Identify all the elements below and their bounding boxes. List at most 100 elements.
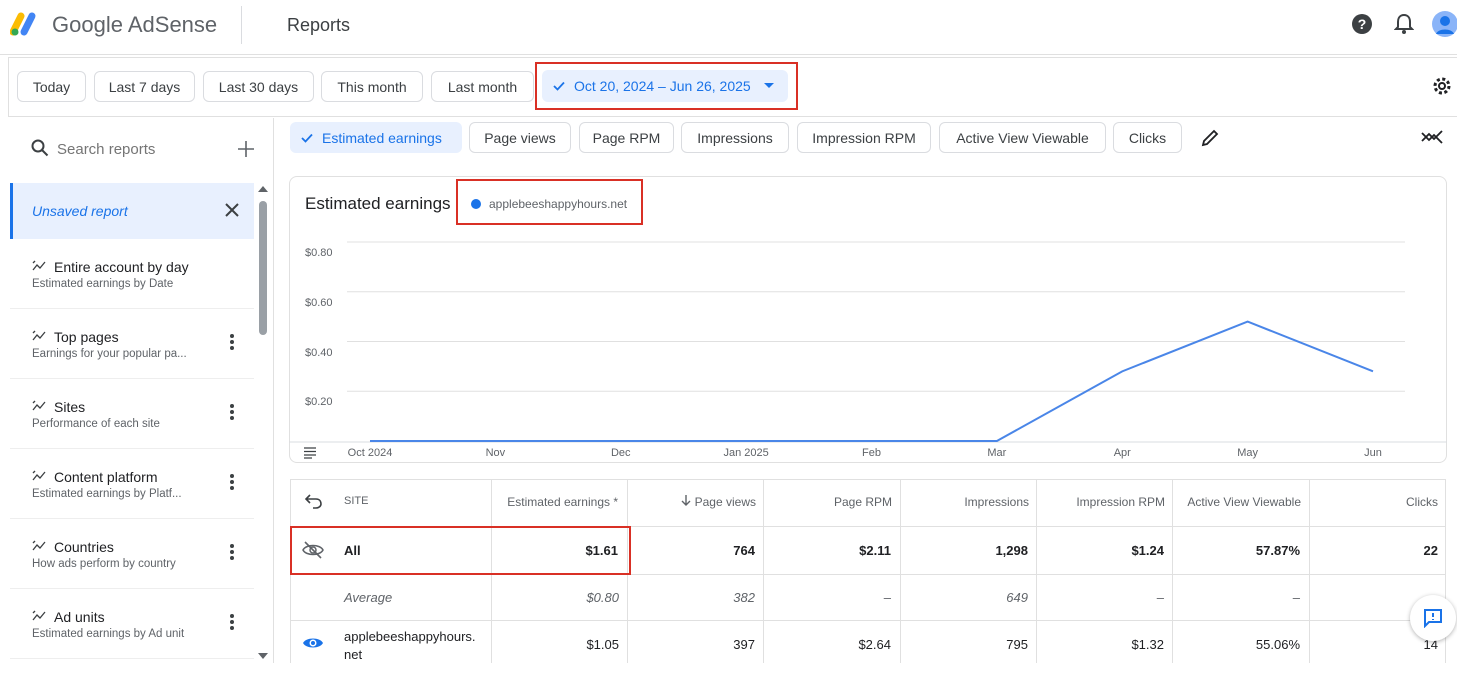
- row-average-earnings: $0.80: [586, 590, 619, 605]
- date-range-selector[interactable]: Oct 20, 2024 – Jun 26, 2025: [542, 70, 788, 102]
- sidebar-item-entire-account-by-day[interactable]: Entire account by day Estimated earnings…: [10, 240, 254, 309]
- row-average-page-rpm: –: [883, 590, 891, 605]
- col-header-page-views[interactable]: Page views: [632, 495, 756, 509]
- row-site-impressions: 795: [1006, 637, 1028, 652]
- chart-type-icon[interactable]: [1421, 129, 1443, 145]
- settings-icon[interactable]: [1430, 74, 1454, 98]
- more-vert-icon[interactable]: [229, 614, 235, 632]
- report-subtitle: Estimated earnings by Ad unit: [32, 628, 185, 640]
- row-site-name-line2: net: [344, 647, 363, 662]
- col-header-site[interactable]: SITE: [344, 495, 368, 507]
- row-site-page-rpm: $2.64: [858, 637, 891, 652]
- chip-last-7-days[interactable]: Last 7 days: [94, 71, 195, 102]
- row-all-earnings: $1.61: [585, 543, 618, 558]
- row-all-viewable: 57.87%: [1255, 543, 1300, 558]
- report-title: Ad units: [54, 609, 105, 625]
- visibility-off-icon[interactable]: [302, 540, 324, 560]
- y-tick-label: $0.20: [305, 396, 333, 409]
- row-average-page-views: 382: [733, 590, 755, 605]
- scroll-up-icon[interactable]: [258, 186, 268, 192]
- search-reports-input[interactable]: [57, 139, 217, 159]
- account-avatar[interactable]: [1432, 10, 1457, 38]
- unsaved-report-label: Unsaved report: [32, 203, 128, 219]
- metric-chip-active-view-viewable[interactable]: Active View Viewable: [939, 122, 1106, 153]
- row-site-impression-rpm: $1.32: [1131, 637, 1164, 652]
- row-all-impression-rpm: $1.24: [1131, 543, 1164, 558]
- metric-chip-page-rpm[interactable]: Page RPM: [579, 122, 674, 153]
- col-header-impressions[interactable]: Impressions: [905, 495, 1029, 509]
- brand-product: AdSense: [127, 12, 218, 37]
- row-all-site: All: [344, 543, 361, 558]
- sidebar-item-unsaved-report[interactable]: Unsaved report: [10, 183, 254, 239]
- report-subtitle: Estimated earnings by Date: [32, 278, 174, 290]
- x-tick-label: Jan 2025: [723, 447, 769, 459]
- add-report-icon[interactable]: [237, 140, 255, 158]
- report-title: Top pages: [54, 329, 119, 345]
- metric-chip-impressions[interactable]: Impressions: [681, 122, 789, 153]
- chip-this-month[interactable]: This month: [321, 71, 423, 102]
- data-table-icon[interactable]: [303, 447, 317, 459]
- report-trend-icon: [32, 330, 46, 341]
- row-all-clicks: 22: [1423, 543, 1438, 558]
- x-tick-label: May: [1237, 447, 1259, 459]
- more-vert-icon[interactable]: [229, 474, 235, 492]
- sidebar-item-sites[interactable]: Sites Performance of each site: [10, 380, 254, 449]
- help-icon[interactable]: ?: [1350, 12, 1374, 36]
- y-tick-label: $0.40: [305, 346, 333, 359]
- more-vert-icon[interactable]: [229, 334, 235, 352]
- chip-today[interactable]: Today: [17, 71, 86, 102]
- row-site-clicks: 14: [1423, 637, 1438, 652]
- check-icon: [553, 81, 565, 91]
- sidebar-item-top-pages[interactable]: Top pages Earnings for your popular pa..…: [10, 310, 254, 379]
- close-icon[interactable]: [224, 202, 240, 218]
- series-line[interactable]: [370, 320, 1374, 442]
- row-average-impression-rpm: –: [1156, 590, 1164, 605]
- metric-chip-page-views[interactable]: Page views: [469, 122, 571, 153]
- report-trend-icon: [32, 260, 46, 271]
- col-header-estimated-earnings[interactable]: Estimated earnings *: [496, 495, 618, 509]
- brand-google: Google: [52, 12, 123, 37]
- report-trend-icon: [32, 610, 46, 621]
- metric-chip-estimated-earnings[interactable]: Estimated earnings: [290, 122, 462, 153]
- scroll-down-icon[interactable]: [258, 653, 268, 659]
- top-app-bar: [0, 0, 1457, 55]
- x-tick-label: Jun: [1364, 447, 1382, 459]
- report-trend-icon: [32, 400, 46, 411]
- report-trend-icon: [32, 470, 46, 481]
- more-vert-icon[interactable]: [229, 544, 235, 562]
- report-title: Content platform: [54, 469, 158, 485]
- col-header-impression-rpm[interactable]: Impression RPM: [1041, 495, 1165, 509]
- row-site-earnings: $1.05: [586, 637, 619, 652]
- visibility-icon[interactable]: [302, 635, 324, 651]
- feedback-icon: [1424, 609, 1442, 628]
- x-tick-label: Apr: [1113, 447, 1131, 459]
- edit-pencil-icon[interactable]: [1200, 128, 1220, 148]
- feedback-button[interactable]: [1410, 595, 1456, 641]
- row-site-name-line1: applebeeshappyhours.: [344, 629, 476, 644]
- sidebar-item-countries[interactable]: Countries How ads perform by country: [10, 520, 254, 589]
- metric-chip-impression-rpm[interactable]: Impression RPM: [797, 122, 931, 153]
- col-header-active-view-viewable[interactable]: Active View Viewable: [1177, 495, 1301, 509]
- sidebar-item-ad-units[interactable]: Ad units Estimated earnings by Ad unit: [10, 590, 254, 659]
- brand-name[interactable]: Google AdSense: [52, 12, 217, 38]
- x-tick-label: Dec: [610, 447, 631, 459]
- chip-last-30-days[interactable]: Last 30 days: [203, 71, 314, 102]
- check-icon: [301, 133, 313, 143]
- col-header-clicks[interactable]: Clicks: [1314, 495, 1438, 509]
- report-title: Entire account by day: [54, 259, 189, 275]
- metric-chip-clicks[interactable]: Clicks: [1113, 122, 1182, 153]
- scrollbar-thumb[interactable]: [259, 201, 267, 335]
- chip-last-month[interactable]: Last month: [431, 71, 534, 102]
- metric-chip-label: Estimated earnings: [322, 129, 442, 146]
- row-all-page-rpm: $2.11: [859, 543, 891, 558]
- report-subtitle: Performance of each site: [32, 418, 160, 430]
- row-site-name[interactable]: applebeeshappyhours. net: [344, 628, 476, 664]
- header-divider: [241, 6, 242, 44]
- sidebar-item-content-platform[interactable]: Content platform Estimated earnings by P…: [10, 450, 254, 519]
- x-tick-label: Mar: [987, 447, 1007, 459]
- notifications-icon[interactable]: [1392, 12, 1416, 36]
- col-header-page-rpm[interactable]: Page RPM: [768, 495, 892, 509]
- more-vert-icon[interactable]: [229, 404, 235, 422]
- date-range-label: Oct 20, 2024 – Jun 26, 2025: [574, 78, 751, 94]
- undo-icon[interactable]: [305, 493, 323, 509]
